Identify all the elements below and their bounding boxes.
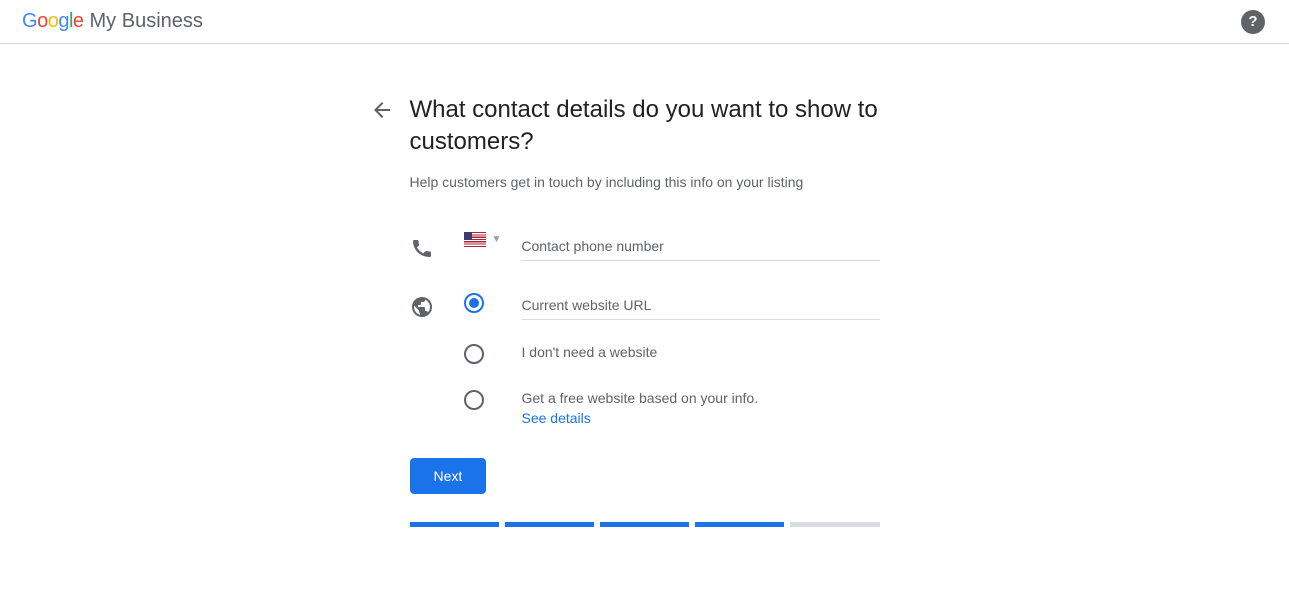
website-url-input[interactable] xyxy=(522,291,880,320)
chevron-down-icon: ▼ xyxy=(492,234,502,245)
progress-bar xyxy=(410,522,880,527)
page-subtitle: Help customers get in touch by including… xyxy=(410,172,880,192)
phone-row: ▼ xyxy=(410,232,880,261)
country-selector[interactable]: ▼ xyxy=(464,232,502,247)
free-website-row: Get a free website based on your info. S… xyxy=(410,388,880,426)
progress-segment xyxy=(790,522,879,527)
main-content: What contact details do you want to show… xyxy=(0,44,1289,527)
no-website-label: I don't need a website xyxy=(522,342,880,362)
phone-icon xyxy=(410,236,434,260)
phone-input[interactable] xyxy=(521,232,879,261)
page-title: What contact details do you want to show… xyxy=(410,94,880,158)
google-logo: Google xyxy=(22,10,84,33)
radio-current-website[interactable] xyxy=(464,293,484,313)
next-button[interactable]: Next xyxy=(410,458,487,494)
flag-us-icon xyxy=(464,232,486,247)
progress-segment xyxy=(695,522,784,527)
progress-segment xyxy=(600,522,689,527)
product-name: My Business xyxy=(90,10,203,33)
free-website-label: Get a free website based on your info. xyxy=(522,388,880,408)
help-icon[interactable]: ? xyxy=(1241,10,1265,34)
radio-free-website[interactable] xyxy=(464,390,484,410)
app-header: Google My Business ? xyxy=(0,0,1289,44)
globe-icon xyxy=(410,295,434,319)
brand-logo: Google My Business xyxy=(22,10,203,33)
progress-segment xyxy=(505,522,594,527)
radio-no-website[interactable] xyxy=(464,344,484,364)
back-arrow-icon[interactable] xyxy=(370,98,394,122)
progress-segment xyxy=(410,522,499,527)
see-details-link[interactable]: See details xyxy=(522,410,880,426)
website-row xyxy=(410,291,880,320)
no-website-row: I don't need a website xyxy=(410,342,880,364)
